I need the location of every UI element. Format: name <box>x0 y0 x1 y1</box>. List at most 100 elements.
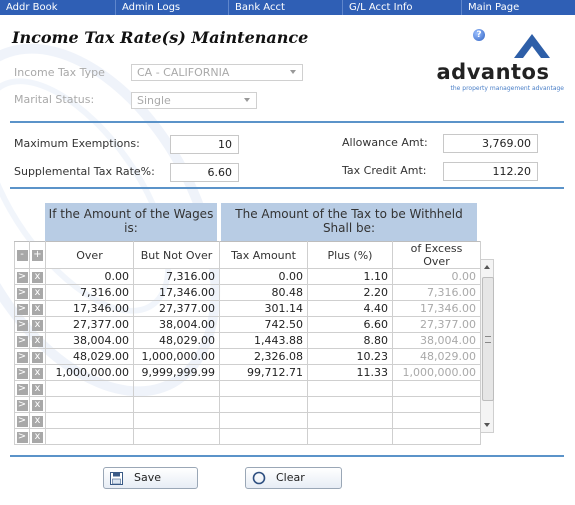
cell-over[interactable]: 1,000,000.00 <box>45 364 134 381</box>
cell-but-not-over[interactable] <box>133 396 220 413</box>
cell-tax-amount[interactable]: 301.14 <box>219 300 308 317</box>
cell-plus-percent[interactable] <box>307 380 393 397</box>
close-icon[interactable]: x <box>32 399 43 411</box>
chevron-right-icon[interactable]: > <box>16 303 28 315</box>
cell-plus-percent[interactable] <box>307 396 393 413</box>
delete-row-control[interactable]: x <box>29 412 46 429</box>
edit-row-control[interactable]: > <box>14 332 30 349</box>
cell-over[interactable] <box>45 396 134 413</box>
edit-row-control[interactable]: > <box>14 284 30 301</box>
scroll-down-icon[interactable] <box>484 423 490 427</box>
cell-over[interactable]: 48,029.00 <box>45 348 134 365</box>
delete-row-control[interactable]: x <box>29 284 46 301</box>
cell-over[interactable] <box>45 380 134 397</box>
cell-but-not-over[interactable] <box>133 380 220 397</box>
cell-plus-percent[interactable] <box>307 412 393 429</box>
cell-plus-percent[interactable]: 1.10 <box>307 268 393 285</box>
cell-over[interactable] <box>45 412 134 429</box>
nav-main-page[interactable]: Main Page <box>462 0 575 15</box>
tax-credit-input[interactable]: 112.20 <box>443 162 538 181</box>
cell-tax-amount[interactable]: 99,712.71 <box>219 364 308 381</box>
cell-excess-over[interactable]: 17,346.00 <box>392 300 481 317</box>
cell-plus-percent[interactable]: 11.33 <box>307 364 393 381</box>
edit-row-control[interactable]: > <box>14 268 30 285</box>
edit-row-control[interactable]: > <box>14 364 30 381</box>
cell-plus-percent[interactable]: 4.40 <box>307 300 393 317</box>
edit-row-control[interactable]: > <box>14 380 30 397</box>
income-tax-type-select[interactable]: CA - CALIFORNIA <box>131 64 303 81</box>
cell-but-not-over[interactable]: 17,346.00 <box>133 284 220 301</box>
nav-addr-book[interactable]: Addr Book <box>0 0 116 15</box>
chevron-right-icon[interactable]: > <box>16 383 28 395</box>
cell-over[interactable] <box>45 428 134 445</box>
cell-plus-percent[interactable]: 10.23 <box>307 348 393 365</box>
cell-over[interactable]: 38,004.00 <box>45 332 134 349</box>
delete-row-control[interactable]: x <box>29 428 46 445</box>
delete-row-control[interactable]: x <box>29 364 46 381</box>
cell-but-not-over[interactable]: 7,316.00 <box>133 268 220 285</box>
cell-tax-amount[interactable] <box>219 428 308 445</box>
delete-row-control[interactable]: x <box>29 396 46 413</box>
edit-row-control[interactable]: > <box>14 428 30 445</box>
close-icon[interactable]: x <box>32 431 43 443</box>
max-exemptions-input[interactable]: 10 <box>170 135 239 154</box>
chevron-right-icon[interactable]: > <box>16 319 28 331</box>
marital-status-select[interactable]: Single <box>131 92 257 109</box>
minus-icon[interactable]: - <box>16 250 28 261</box>
edit-row-control[interactable]: > <box>14 348 30 365</box>
cell-excess-over[interactable] <box>392 396 481 413</box>
cell-but-not-over[interactable]: 38,004.00 <box>133 316 220 333</box>
cell-plus-percent[interactable]: 2.20 <box>307 284 393 301</box>
cell-tax-amount[interactable]: 2,326.08 <box>219 348 308 365</box>
cell-but-not-over[interactable] <box>133 412 220 429</box>
close-icon[interactable]: x <box>32 271 43 283</box>
close-icon[interactable]: x <box>32 335 43 347</box>
cell-excess-over[interactable] <box>392 380 481 397</box>
close-icon[interactable]: x <box>32 303 43 315</box>
edit-row-control[interactable]: > <box>14 300 30 317</box>
cell-but-not-over[interactable]: 48,029.00 <box>133 332 220 349</box>
chevron-right-icon[interactable]: > <box>16 399 28 411</box>
cell-excess-over[interactable]: 27,377.00 <box>392 316 481 333</box>
nav-bank-acct[interactable]: Bank Acct <box>229 0 343 15</box>
nav-admin-logs[interactable]: Admin Logs <box>116 0 229 15</box>
cell-plus-percent[interactable]: 6.60 <box>307 316 393 333</box>
chevron-right-icon[interactable]: > <box>16 335 28 347</box>
cell-tax-amount[interactable]: 742.50 <box>219 316 308 333</box>
help-icon[interactable]: ? <box>473 29 485 41</box>
chevron-right-icon[interactable]: > <box>16 287 28 299</box>
cell-but-not-over[interactable]: 27,377.00 <box>133 300 220 317</box>
allowance-input[interactable]: 3,769.00 <box>443 134 538 153</box>
delete-row-control[interactable]: x <box>29 332 46 349</box>
scroll-thumb[interactable] <box>482 277 494 401</box>
cell-over[interactable]: 27,377.00 <box>45 316 134 333</box>
cell-tax-amount[interactable] <box>219 380 308 397</box>
cell-excess-over[interactable] <box>392 428 481 445</box>
remove-row-control[interactable]: - <box>14 241 30 269</box>
delete-row-control[interactable]: x <box>29 380 46 397</box>
add-row-control[interactable]: + <box>29 241 46 269</box>
cell-plus-percent[interactable] <box>307 428 393 445</box>
edit-row-control[interactable]: > <box>14 316 30 333</box>
cell-tax-amount[interactable] <box>219 412 308 429</box>
cell-over[interactable]: 17,346.00 <box>45 300 134 317</box>
delete-row-control[interactable]: x <box>29 268 46 285</box>
cell-excess-over[interactable] <box>392 412 481 429</box>
chevron-right-icon[interactable]: > <box>16 415 28 427</box>
clear-button[interactable]: Clear <box>245 467 342 489</box>
cell-tax-amount[interactable]: 0.00 <box>219 268 308 285</box>
delete-row-control[interactable]: x <box>29 348 46 365</box>
cell-excess-over[interactable]: 0.00 <box>392 268 481 285</box>
cell-tax-amount[interactable] <box>219 396 308 413</box>
chevron-right-icon[interactable]: > <box>16 351 28 363</box>
cell-excess-over[interactable]: 7,316.00 <box>392 284 481 301</box>
cell-but-not-over[interactable]: 1,000,000.00 <box>133 348 220 365</box>
close-icon[interactable]: x <box>32 287 43 299</box>
chevron-right-icon[interactable]: > <box>16 431 28 443</box>
close-icon[interactable]: x <box>32 415 43 427</box>
close-icon[interactable]: x <box>32 383 43 395</box>
delete-row-control[interactable]: x <box>29 316 46 333</box>
cell-over[interactable]: 0.00 <box>45 268 134 285</box>
cell-excess-over[interactable]: 48,029.00 <box>392 348 481 365</box>
edit-row-control[interactable]: > <box>14 412 30 429</box>
